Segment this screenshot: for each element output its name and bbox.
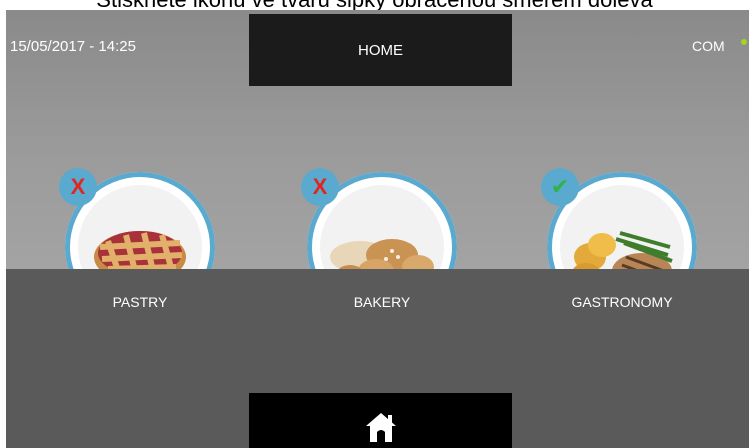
home-button[interactable]	[249, 393, 512, 448]
check-icon: ✔	[550, 174, 570, 199]
status-badge: X	[301, 168, 339, 206]
category-label-bakery: BAKERY	[353, 294, 411, 310]
page-title: HOME	[249, 14, 512, 86]
datetime: 15/05/2017 - 14:25	[10, 38, 136, 55]
category-label-pastry: PASTRY	[112, 294, 168, 310]
home-icon	[365, 413, 396, 442]
status-badge: X	[59, 168, 97, 206]
x-icon: X	[312, 174, 328, 199]
com-label: COM	[692, 38, 725, 54]
device-screen: 15/05/2017 - 14:25 HOME COM X X ✔ PASTRY…	[6, 10, 749, 448]
page-title-text: HOME	[358, 41, 403, 59]
com-status-dot	[741, 39, 747, 45]
category-label-gastronomy: GASTRONOMY	[571, 294, 673, 310]
x-icon: X	[70, 174, 86, 199]
status-badge: ✔	[541, 168, 579, 206]
